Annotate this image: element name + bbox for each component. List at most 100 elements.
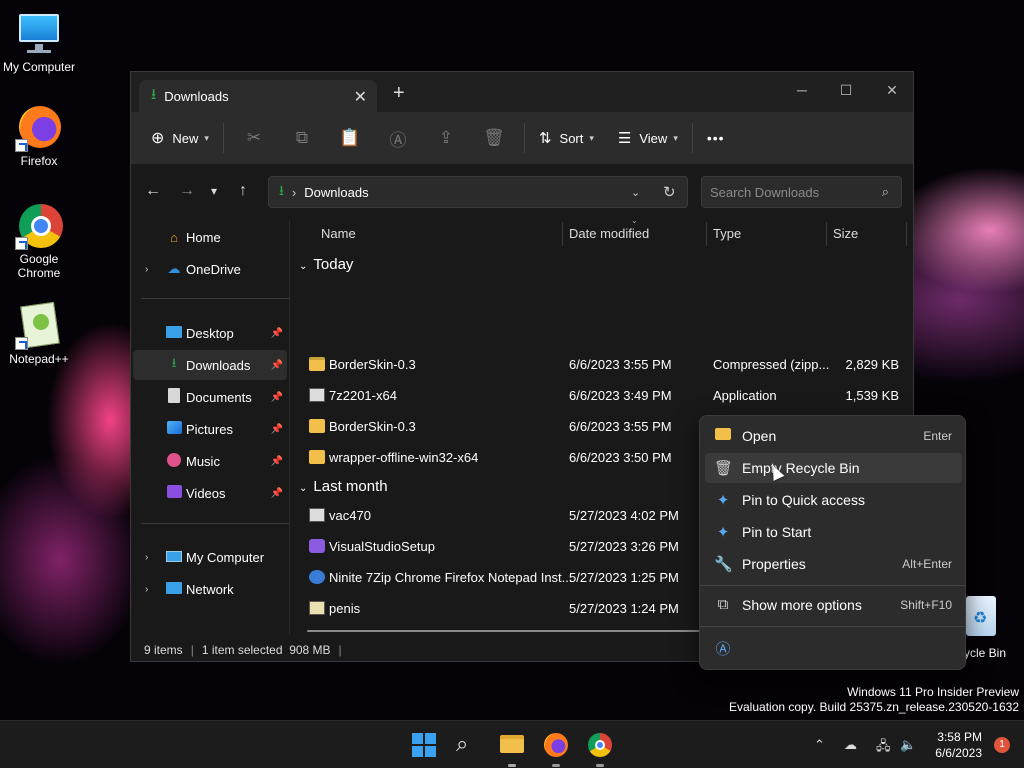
column-header-name[interactable]: Name — [321, 220, 356, 248]
rename-icon[interactable]: Ⓐ — [374, 126, 422, 151]
copy-icon[interactable]: ⧉ — [278, 128, 326, 148]
address-bar[interactable]: ⭳ › Downloads ⌄ ↻ — [268, 176, 688, 208]
sidebar-item-videos[interactable]: Videos 📌 — [133, 478, 287, 508]
pin-icon[interactable]: 📌 — [271, 360, 283, 371]
menu-item-open[interactable]: Open Enter — [705, 421, 962, 451]
menu-item-properties[interactable]: 🔧 Properties Alt+Enter — [705, 549, 962, 579]
search-button[interactable]: ⌕ — [452, 729, 484, 761]
share-icon[interactable]: ⇪ — [422, 128, 470, 148]
sidebar-item-downloads[interactable]: ⭳ Downloads 📌 — [133, 350, 287, 380]
menu-item-rename[interactable]: Ⓐ — [705, 632, 745, 662]
paste-icon[interactable]: 📋 — [326, 128, 374, 148]
pin-icon[interactable]: 📌 — [271, 328, 283, 339]
file-size: 1,539 KB — [845, 388, 900, 403]
chevron-right-icon[interactable]: › — [145, 552, 148, 563]
taskbar-firefox[interactable] — [540, 729, 572, 767]
search-input[interactable] — [710, 184, 870, 200]
column-separator[interactable] — [562, 222, 563, 246]
desktop-icon-my-computer[interactable]: My Computer — [1, 10, 77, 74]
search-icon: ⌕ — [456, 731, 469, 756]
menu-item-label: Open — [742, 428, 777, 444]
refresh-icon[interactable]: ↻ — [663, 183, 676, 201]
column-separator[interactable] — [706, 222, 707, 246]
group-header-last-month[interactable]: ⌄ Last month — [299, 478, 388, 495]
monitor-icon — [15, 10, 63, 58]
chrome-icon — [15, 202, 63, 250]
new-button[interactable]: ⊕ New ▾ — [143, 120, 217, 156]
toolbar-divider — [523, 123, 525, 153]
back-arrow-icon[interactable]: ← — [145, 182, 161, 200]
file-name: vac470 — [329, 508, 371, 523]
column-header-size[interactable]: Size — [833, 220, 858, 248]
menu-item-pin-to-start[interactable]: ✦ Pin to Start — [705, 517, 962, 547]
taskbar-file-explorer[interactable] — [496, 729, 528, 767]
horizontal-scrollbar[interactable] — [307, 630, 707, 632]
maximize-button[interactable]: ☐ — [823, 76, 869, 104]
sort-button[interactable]: ⇅ Sort ▾ — [531, 120, 602, 156]
chevron-right-icon[interactable]: › — [145, 584, 148, 595]
notification-badge[interactable]: 1 — [994, 737, 1010, 753]
file-name: penis — [329, 601, 361, 616]
tab-downloads[interactable]: ⭳ Downloads ✕ — [139, 80, 377, 112]
desktop-icon-firefox[interactable]: Firefox — [1, 104, 77, 168]
breadcrumb-location[interactable]: Downloads — [304, 185, 368, 200]
pin-icon[interactable]: 📌 — [271, 488, 283, 499]
search-box[interactable]: ⌕ — [701, 176, 902, 208]
wrench-icon: 🔧 — [714, 556, 733, 573]
column-separator[interactable] — [906, 222, 907, 246]
sidebar-item-documents[interactable]: Documents 📌 — [133, 382, 287, 412]
documents-icon — [165, 388, 183, 406]
sidebar-item-network[interactable]: › Network — [133, 574, 287, 604]
table-row[interactable]: BorderSkin-0.3 6/6/2023 3:55 PM Compress… — [303, 350, 903, 380]
column-separator[interactable] — [826, 222, 827, 246]
start-button[interactable] — [408, 729, 440, 761]
delete-icon[interactable]: 🗑 — [470, 128, 518, 148]
clock-time: 3:58 PM — [937, 730, 982, 744]
group-label: Today — [313, 256, 354, 273]
tab-close-icon[interactable]: ✕ — [354, 87, 367, 107]
desktop-icon-google-chrome[interactable]: Google Chrome — [1, 202, 77, 280]
sidebar-item-music[interactable]: Music 📌 — [133, 446, 287, 476]
navigation-pane: ⌂ Home › ☁ OneDrive Desktop 📌 ⭳ Download… — [131, 220, 291, 635]
close-button[interactable]: ✕ — [869, 76, 915, 104]
pin-icon: ✦ — [716, 492, 730, 509]
pane-splitter[interactable] — [289, 220, 290, 635]
sidebar-item-label: My Computer — [186, 549, 265, 565]
cut-icon[interactable]: ✂ — [230, 128, 278, 148]
minimize-button[interactable]: ─ — [779, 76, 825, 104]
group-header-today[interactable]: ⌄ Today — [299, 256, 353, 273]
menu-item-empty-recycle-bin[interactable]: 🗑 Empty Recycle Bin — [705, 453, 962, 483]
show-hidden-icons-chevron-icon[interactable]: ⌃ — [814, 737, 825, 753]
sidebar-item-desktop[interactable]: Desktop 📌 — [133, 318, 287, 348]
taskbar-clock[interactable]: 3:58 PM 6/6/2023 — [935, 729, 982, 761]
address-dropdown-icon[interactable]: ⌄ — [631, 186, 640, 199]
pictures-icon — [165, 421, 183, 437]
pin-icon[interactable]: 📌 — [271, 392, 283, 403]
up-arrow-icon[interactable]: ↑ — [239, 182, 247, 200]
volume-icon[interactable]: 🔈 — [900, 737, 916, 753]
recent-locations-chevron-icon[interactable]: ▾ — [211, 184, 217, 198]
pin-icon[interactable]: 📌 — [271, 456, 283, 467]
sidebar-item-pictures[interactable]: Pictures 📌 — [133, 414, 287, 444]
more-options-button[interactable]: ••• — [699, 120, 733, 156]
column-header-type[interactable]: Type — [713, 220, 741, 248]
desktop-icon-notepad-plus-plus[interactable]: Notepad++ — [1, 301, 77, 366]
menu-item-pin-to-quick-access[interactable]: ✦ Pin to Quick access — [705, 485, 962, 515]
sidebar-item-my-computer[interactable]: › My Computer — [133, 542, 287, 572]
taskbar-chrome[interactable] — [584, 729, 616, 767]
application-icon — [309, 388, 325, 402]
view-button[interactable]: ☰ View ▾ — [610, 120, 686, 156]
forward-arrow-icon[interactable]: → — [179, 182, 195, 200]
network-icon[interactable]: 🖧 — [876, 737, 891, 759]
sidebar-item-onedrive[interactable]: › ☁ OneDrive — [133, 254, 287, 284]
zip-folder-icon — [309, 357, 325, 371]
installer-icon — [309, 508, 325, 522]
new-tab-button[interactable]: + — [393, 82, 405, 105]
sidebar-item-home[interactable]: ⌂ Home — [133, 222, 287, 252]
chevron-right-icon[interactable]: › — [145, 264, 148, 275]
pin-icon[interactable]: 📌 — [271, 424, 283, 435]
table-row[interactable]: 7z2201-x64 6/6/2023 3:49 PM Application … — [303, 381, 903, 411]
onedrive-offline-icon[interactable]: ☁ — [844, 737, 857, 753]
menu-item-show-more-options[interactable]: ⧉ Show more options Shift+F10 — [705, 590, 962, 620]
address-row: ← → ▾ ↑ ⭳ › Downloads ⌄ ↻ ⌕ — [131, 164, 913, 220]
